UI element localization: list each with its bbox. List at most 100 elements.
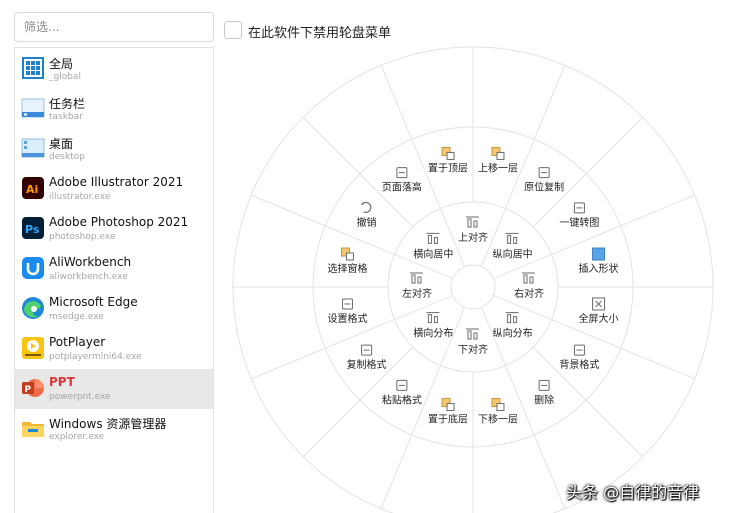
wheel-item-label: 原位复制: [524, 181, 564, 194]
wheel-item-label: 删除: [534, 393, 554, 406]
wheel-item-label: 一键转图: [559, 216, 599, 229]
app-item-edge[interactable]: Microsoft Edge msedge.exe: [15, 289, 213, 329]
wheel-item-label: 选择窗格: [327, 262, 367, 275]
outer-divider: [620, 194, 695, 227]
bring-forward-icon: [491, 146, 505, 160]
wheel-item-label: 页面落高: [382, 181, 422, 194]
potplayer-icon: [22, 337, 44, 359]
wheel-item-label: 设置格式: [327, 312, 367, 325]
app-exe: potplayermini64.exe: [49, 352, 142, 362]
app-item-global[interactable]: 全局 _global: [15, 49, 213, 89]
app-name: 任务栏: [49, 97, 86, 111]
search-input[interactable]: [14, 12, 214, 42]
app-name: 桌面: [49, 137, 74, 151]
middle-item-bring-to-front[interactable]: 置于顶层: [428, 146, 468, 174]
distribute-horizontal-icon: [426, 312, 440, 324]
middle-item-delete[interactable]: 删除: [534, 379, 554, 406]
align-horizontal-center-icon: [426, 232, 440, 244]
format-settings-icon: [341, 298, 353, 310]
middle-item-page-height[interactable]: 页面落高: [382, 167, 422, 194]
fullscreen-size-icon: [592, 297, 606, 311]
desktop-icon: [21, 138, 45, 158]
svg-text:Ps: Ps: [25, 223, 40, 236]
app-item-desktop[interactable]: 桌面 desktop: [15, 129, 213, 169]
wheel-item-label: 下对齐: [458, 343, 488, 356]
app-exe: explorer.exe: [49, 432, 105, 442]
app-item-ppt[interactable]: P PPT powerpnt.exe: [15, 369, 213, 409]
app-item-illustrator[interactable]: Ai Adobe Illustrator 2021 illustrator.ex…: [15, 169, 213, 209]
outer-divider: [302, 399, 361, 458]
app-name: 全局: [49, 57, 74, 71]
delete-icon: [538, 379, 550, 391]
wheel-item-label: 置于顶层: [428, 162, 468, 174]
edge-icon: [22, 297, 44, 319]
middle-item-copy-format[interactable]: 复制格式: [347, 344, 387, 371]
wheel-item-label: 横向分布: [413, 327, 453, 340]
send-backward-icon: [491, 398, 505, 412]
inner-item-distribute-horizontal[interactable]: 横向分布: [413, 312, 453, 340]
send-to-back-icon: [441, 398, 455, 412]
wheel-item-label: 背景格式: [559, 358, 599, 371]
middle-item-paste-format[interactable]: 粘贴格式: [382, 379, 422, 406]
svg-text:P: P: [25, 385, 32, 395]
undo-icon: [361, 201, 372, 214]
app-exe: desktop: [49, 152, 85, 162]
align-vertical-center-icon: [505, 232, 519, 244]
align-bottom-icon: [466, 328, 479, 340]
wheel-item-label: 左对齐: [402, 287, 432, 300]
outer-divider: [380, 65, 413, 140]
outer-divider: [533, 434, 566, 509]
photoshop-icon: Ps: [22, 217, 44, 239]
inner-item-align-right[interactable]: 右对齐: [514, 272, 544, 300]
app-item-taskbar[interactable]: 任务栏 taskbar: [15, 89, 213, 129]
outer-divider: [251, 194, 326, 227]
app-exe: msedge.exe: [49, 312, 104, 322]
inner-item-align-horizontal-center[interactable]: 横向居中: [413, 232, 453, 260]
insert-shape-icon: [592, 247, 606, 261]
wheel-item-label: 下移一层: [478, 413, 518, 426]
middle-item-send-to-back[interactable]: 置于底层: [428, 398, 468, 426]
illustrator-icon: Ai: [22, 177, 44, 199]
app-list: 全局 _global 任务栏 taskbar 桌面 desktop Ai Ado…: [14, 47, 214, 513]
middle-item-duplicate-in-place[interactable]: 原位复制: [524, 167, 564, 194]
app-exe: powerpnt.exe: [49, 392, 111, 402]
inner-item-distribute-vertical[interactable]: 纵向分布: [493, 312, 533, 340]
app-name: PPT: [49, 375, 75, 389]
duplicate-in-place-icon: [538, 167, 550, 179]
disable-wheel-checkbox[interactable]: [224, 21, 242, 39]
middle-item-selection-pane[interactable]: 选择窗格: [327, 247, 367, 275]
outer-divider: [302, 116, 361, 175]
wheel-item-label: 插入形状: [579, 262, 619, 275]
middle-item-insert-shape[interactable]: 插入形状: [579, 247, 619, 275]
wheel-item-label: 粘贴格式: [382, 393, 422, 406]
aliworkbench-icon: [22, 257, 44, 279]
middle-item-format-settings[interactable]: 设置格式: [327, 298, 367, 325]
middle-item-fullscreen-size[interactable]: 全屏大小: [579, 297, 619, 325]
app-item-potplayer[interactable]: PotPlayer potplayermini64.exe: [15, 329, 213, 369]
paste-format-icon: [396, 379, 408, 391]
inner-item-align-top[interactable]: 上对齐: [458, 216, 488, 244]
middle-item-undo[interactable]: 撤销: [357, 201, 377, 229]
middle-item-convert-to-image[interactable]: 一键转图: [559, 202, 599, 229]
inner-item-align-left[interactable]: 左对齐: [402, 272, 432, 300]
app-item-explorer[interactable]: Windows 资源管理器 explorer.exe: [15, 409, 213, 449]
wheel-item-label: 全屏大小: [579, 312, 619, 325]
middle-item-bring-forward[interactable]: 上移一层: [478, 146, 518, 174]
align-top-icon: [466, 216, 479, 228]
inner-item-align-bottom[interactable]: 下对齐: [458, 328, 488, 356]
app-item-aliworkbench[interactable]: AliWorkbench aliworkbench.exe: [15, 249, 213, 289]
app-item-photoshop[interactable]: Ps Adobe Photoshop 2021 photoshop.exe: [15, 209, 213, 249]
app-name: Microsoft Edge: [49, 295, 138, 309]
convert-to-image-icon: [573, 202, 585, 214]
app-exe: aliworkbench.exe: [49, 272, 128, 282]
middle-item-background-format[interactable]: 背景格式: [559, 344, 599, 371]
middle-divider: [551, 225, 622, 255]
inner-item-align-vertical-center[interactable]: 纵向居中: [493, 232, 533, 260]
middle-divider: [324, 225, 395, 255]
align-left-icon: [410, 272, 423, 284]
copy-format-icon: [361, 344, 373, 356]
background-format-icon: [573, 344, 585, 356]
app-name: Adobe Photoshop 2021: [49, 215, 189, 229]
middle-item-send-backward[interactable]: 下移一层: [478, 398, 518, 426]
app-name: AliWorkbench: [49, 255, 132, 269]
